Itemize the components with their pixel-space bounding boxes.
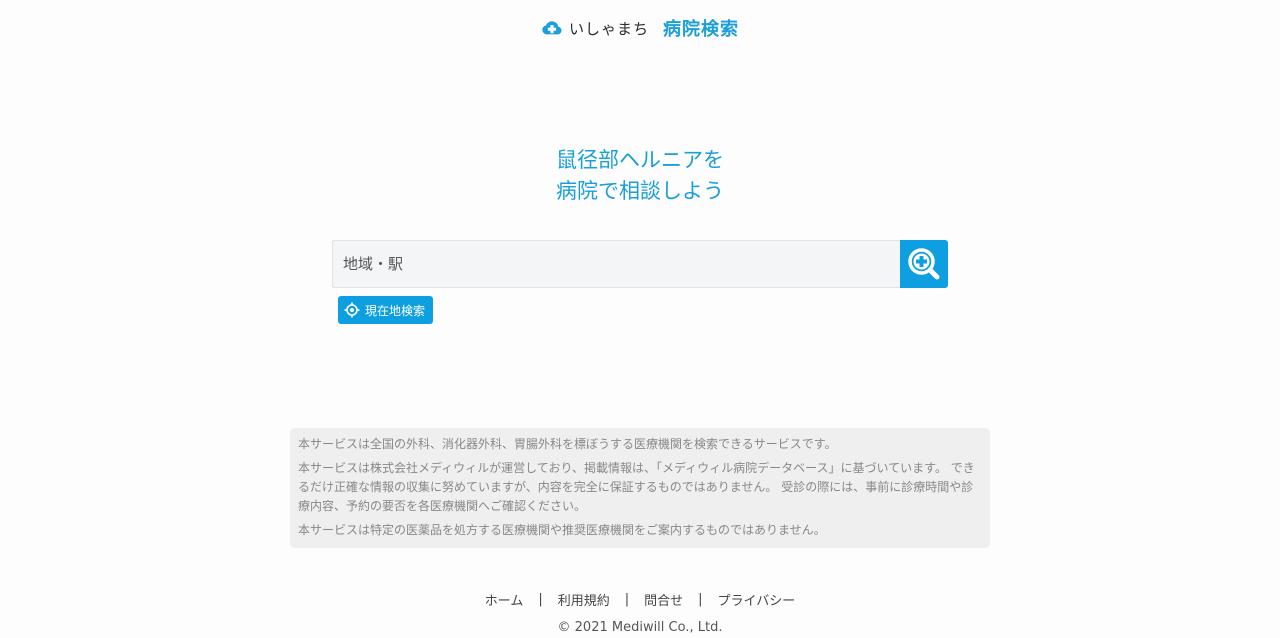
crosshair-icon [344,302,360,318]
hero-line-2: 病院で相談しよう [556,179,724,203]
search-button[interactable] [900,240,948,288]
footer-link-privacy[interactable]: プライバシー [718,590,796,609]
footer-link-contact[interactable]: 問合せ [644,590,683,609]
page: いしゃまち 病院検索 鼠径部ヘルニアを 病院で相談しよう 現在地検索 [0,0,1280,638]
service-notice: 本サービスは全国の外科、消化器外科、胃腸外科を標ぼうする医療機関を検索できるサー… [290,428,990,548]
footer-link-home[interactable]: ホーム [485,590,524,609]
logo-brand-text: いしゃまち [568,19,649,38]
footer-nav: ホーム | 利用規約 | 問合せ | プライバシー [0,590,1280,609]
area-station-search-input[interactable] [332,240,900,288]
site-logo[interactable]: いしゃまち 病院検索 [0,15,1280,41]
copyright: © 2021 Mediwill Co., Ltd. [557,620,723,635]
footer-separator: | [698,592,703,607]
search-bar [332,240,948,288]
magnifier-cross-icon [908,248,940,280]
notice-paragraph-2: 本サービスは株式会社メディウィルが運営しており、掲載情報は、「メディウィル病院デ… [298,461,975,513]
current-location-search-button[interactable]: 現在地検索 [338,296,434,324]
footer-link-terms[interactable]: 利用規約 [558,590,610,609]
notice-paragraph-1: 本サービスは全国の外科、消化器外科、胃腸外科を標ぼうする医療機関を検索できるサー… [298,437,837,451]
logo-service-text: 病院検索 [663,19,739,40]
hero-line-1: 鼠径部ヘルニアを [556,148,724,172]
footer-separator: | [538,592,543,607]
cloud-cross-icon [542,21,562,35]
current-location-search-label: 現在地検索 [365,303,426,318]
footer-separator: | [624,592,630,607]
hero-heading: 鼠径部ヘルニアを 病院で相談しよう [0,145,1280,207]
notice-paragraph-3: 本サービスは特定の医薬品を処方する医療機関や推奨医療機関をご案内するものではあり… [298,523,826,537]
